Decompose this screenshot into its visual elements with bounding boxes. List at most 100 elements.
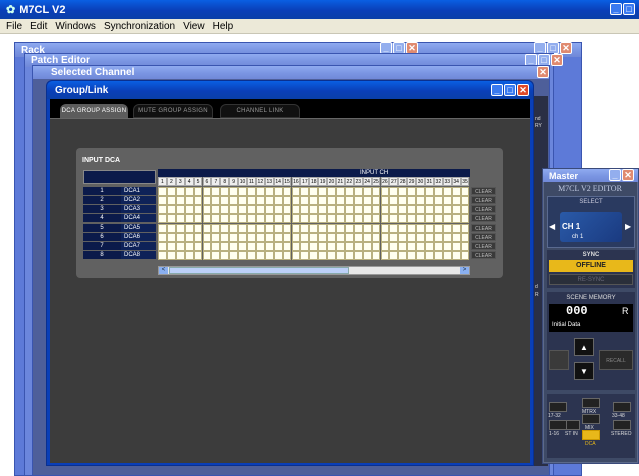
assign-cell[interactable] (344, 214, 354, 223)
assign-cell[interactable] (291, 214, 301, 223)
assign-cell[interactable] (380, 251, 390, 260)
assign-cell[interactable] (300, 242, 310, 251)
assign-cell[interactable] (362, 251, 372, 260)
grid-scrollbar[interactable]: < > (158, 266, 470, 275)
assign-cell[interactable] (309, 187, 319, 196)
assign-cell[interactable] (336, 242, 345, 251)
assign-cell[interactable] (184, 251, 194, 260)
assign-cell[interactable] (255, 251, 265, 260)
assign-cell[interactable] (327, 251, 336, 260)
assign-cell[interactable] (353, 242, 363, 251)
assign-cell[interactable] (433, 251, 443, 260)
assign-cell[interactable] (238, 214, 247, 223)
assign-cell[interactable] (318, 214, 328, 223)
assign-cell[interactable] (380, 233, 390, 242)
assign-cell[interactable] (327, 196, 336, 205)
assign-cell[interactable] (238, 187, 247, 196)
assign-cell[interactable] (460, 251, 470, 260)
assign-cell[interactable] (460, 196, 470, 205)
assign-cell[interactable] (158, 251, 167, 260)
assign-cell[interactable] (460, 242, 470, 251)
assign-cell[interactable] (220, 233, 230, 242)
assign-cell[interactable] (229, 251, 239, 260)
assign-cell[interactable] (442, 205, 452, 214)
assign-cell[interactable] (380, 214, 390, 223)
assign-cell[interactable] (425, 205, 434, 214)
bank-1-16-button[interactable] (549, 420, 567, 430)
assign-cell[interactable] (238, 251, 247, 260)
assign-cell[interactable] (309, 196, 319, 205)
assign-cell[interactable] (229, 187, 239, 196)
assign-cell[interactable] (166, 251, 176, 260)
assign-cell[interactable] (247, 214, 256, 223)
assign-cell[interactable] (389, 214, 399, 223)
assign-cell[interactable] (300, 187, 310, 196)
assign-cell[interactable] (327, 233, 336, 242)
assign-cell[interactable] (451, 224, 461, 233)
assign-cell[interactable] (416, 251, 425, 260)
assign-cell[interactable] (282, 224, 292, 233)
assign-cell[interactable] (362, 242, 372, 251)
assign-cell[interactable] (273, 242, 283, 251)
assign-cell[interactable] (318, 196, 328, 205)
bank-mix-button[interactable] (582, 414, 600, 424)
assign-cell[interactable] (425, 214, 434, 223)
assign-cell[interactable] (300, 251, 310, 260)
assign-cell[interactable] (344, 205, 354, 214)
assign-cell[interactable] (309, 214, 319, 223)
assign-cell[interactable] (416, 214, 425, 223)
assign-cell[interactable] (336, 233, 345, 242)
assign-cell[interactable] (166, 242, 176, 251)
assign-cell[interactable] (158, 224, 167, 233)
assign-cell[interactable] (362, 196, 372, 205)
assign-cell[interactable] (273, 196, 283, 205)
assign-cell[interactable] (433, 233, 443, 242)
assign-cell[interactable] (158, 205, 167, 214)
menu-help[interactable]: Help (213, 21, 234, 32)
assign-cell[interactable] (166, 187, 176, 196)
assign-cell[interactable] (300, 233, 310, 242)
assign-cell[interactable] (451, 205, 461, 214)
assign-cell[interactable] (389, 196, 399, 205)
assign-cell[interactable] (300, 224, 310, 233)
assign-cell[interactable] (407, 196, 417, 205)
assign-cell[interactable] (193, 205, 203, 214)
assign-cell[interactable] (353, 196, 363, 205)
assign-cell[interactable] (460, 233, 470, 242)
clear-button[interactable]: CLEAR (471, 205, 496, 213)
assign-cell[interactable] (407, 251, 417, 260)
assign-cell[interactable] (282, 205, 292, 214)
assign-cell[interactable] (371, 205, 381, 214)
assign-cell[interactable] (291, 205, 301, 214)
tab-mute-group-assign[interactable]: MUTE GROUP ASSIGN (133, 104, 213, 118)
assign-cell[interactable] (238, 196, 247, 205)
assign-cell[interactable] (389, 251, 399, 260)
assign-cell[interactable] (255, 242, 265, 251)
assign-cell[interactable] (238, 242, 247, 251)
assign-cell[interactable] (425, 251, 434, 260)
assign-cell[interactable] (442, 187, 452, 196)
assign-cell[interactable] (264, 251, 274, 260)
assign-cell[interactable] (371, 196, 381, 205)
assign-cell[interactable] (336, 187, 345, 196)
assign-cell[interactable] (282, 214, 292, 223)
assign-cell[interactable] (264, 233, 274, 242)
assign-cell[interactable] (433, 196, 443, 205)
assign-cell[interactable] (158, 242, 167, 251)
assign-cell[interactable] (291, 242, 301, 251)
scroll-left-icon[interactable]: < (159, 267, 168, 274)
assign-cell[interactable] (442, 224, 452, 233)
assign-cell[interactable] (193, 242, 203, 251)
assign-cell[interactable] (362, 214, 372, 223)
assign-cell[interactable] (309, 233, 319, 242)
menu-synchronization[interactable]: Synchronization (104, 21, 175, 32)
assign-cell[interactable] (327, 224, 336, 233)
assign-cell[interactable] (407, 224, 417, 233)
assign-cell[interactable] (380, 196, 390, 205)
scene-left-button[interactable] (549, 350, 569, 370)
assign-cell[interactable] (344, 224, 354, 233)
clear-button[interactable]: CLEAR (471, 214, 496, 222)
assign-cell[interactable] (220, 196, 230, 205)
assign-cell[interactable] (193, 224, 203, 233)
assign-cell[interactable] (344, 187, 354, 196)
